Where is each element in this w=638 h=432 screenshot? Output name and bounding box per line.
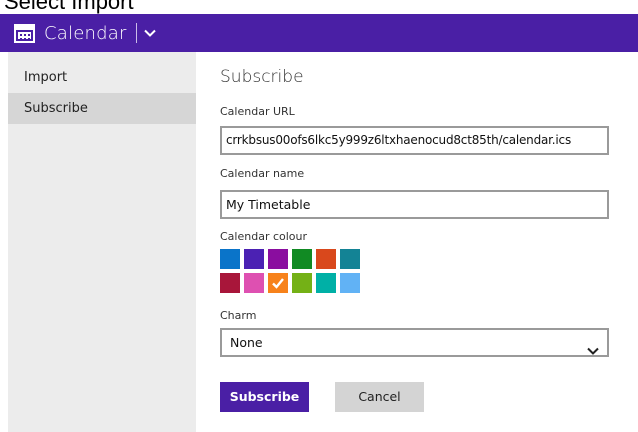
colour-swatch[interactable] bbox=[340, 273, 360, 293]
calendar-colour-label: Calendar colour bbox=[220, 230, 308, 243]
app-title-bar: Calendar bbox=[0, 14, 638, 52]
colour-picker bbox=[220, 249, 380, 297]
checkmark-icon bbox=[270, 275, 286, 295]
charm-selected-value: None bbox=[230, 335, 263, 350]
app-title: Calendar bbox=[44, 22, 127, 44]
sidebar-item-import[interactable]: Import bbox=[8, 62, 196, 93]
charm-select[interactable]: None bbox=[220, 328, 609, 357]
calendar-icon bbox=[14, 23, 35, 43]
colour-swatch[interactable] bbox=[340, 249, 360, 269]
colour-swatch[interactable] bbox=[292, 249, 312, 269]
chevron-down-icon[interactable] bbox=[143, 23, 156, 43]
colour-swatch[interactable] bbox=[244, 249, 264, 269]
sidebar: Import Subscribe bbox=[8, 52, 196, 432]
colour-swatch[interactable] bbox=[316, 249, 336, 269]
title-separator bbox=[135, 23, 137, 43]
calendar-url-input[interactable]: crrkbsus00ofs6lkc5y999z6ltxhaenocud8ct85… bbox=[220, 126, 609, 155]
calendar-name-input[interactable]: My Timetable bbox=[220, 190, 609, 219]
window-caption: Select Import bbox=[0, 0, 638, 14]
calendar-url-label: Calendar URL bbox=[220, 105, 295, 118]
page-title: Subscribe bbox=[220, 67, 304, 87]
colour-swatch[interactable] bbox=[220, 249, 240, 269]
subscribe-button[interactable]: Subscribe bbox=[220, 382, 309, 412]
sidebar-item-subscribe[interactable]: Subscribe bbox=[8, 93, 196, 124]
colour-swatch[interactable] bbox=[220, 273, 240, 293]
chevron-down-icon bbox=[587, 338, 599, 363]
calendar-name-label: Calendar name bbox=[220, 167, 305, 180]
sidebar-item-label: Import bbox=[24, 70, 68, 85]
colour-swatch[interactable] bbox=[316, 273, 336, 293]
colour-row bbox=[220, 273, 380, 293]
colour-swatch[interactable] bbox=[268, 249, 288, 269]
colour-row bbox=[220, 249, 380, 269]
charm-label: Charm bbox=[220, 309, 257, 322]
colour-swatch[interactable] bbox=[292, 273, 312, 293]
subscribe-form: Subscribe Calendar URL crrkbsus00ofs6lkc… bbox=[220, 52, 630, 412]
cancel-button[interactable]: Cancel bbox=[335, 382, 424, 412]
colour-swatch[interactable] bbox=[244, 273, 264, 293]
sidebar-item-label: Subscribe bbox=[24, 101, 88, 116]
colour-swatch[interactable] bbox=[268, 273, 288, 293]
